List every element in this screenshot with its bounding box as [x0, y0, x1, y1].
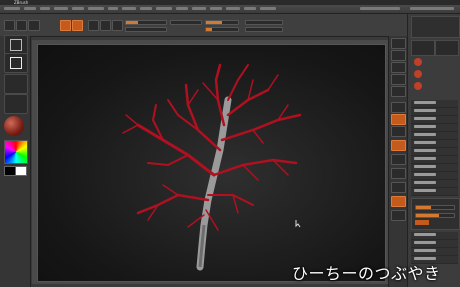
mrgb-slider[interactable]: [170, 20, 202, 25]
subpalette-panel: [411, 198, 460, 230]
overlay-caption: ひーちーのつぶやき: [292, 264, 441, 283]
rotate-mode-button[interactable]: [112, 20, 123, 31]
left-shelf: [0, 35, 31, 287]
tray-menu-item[interactable]: [411, 164, 458, 172]
menu-item[interactable]: [156, 7, 172, 10]
focal-shift-slider[interactable]: [205, 20, 239, 25]
stroke-icon: [10, 57, 22, 69]
tray-menu-item[interactable]: [411, 148, 458, 156]
right-tray: [407, 14, 460, 287]
menu-item[interactable]: [122, 7, 136, 10]
tray-menu-item[interactable]: [411, 100, 458, 108]
subtool-icon[interactable]: [414, 82, 422, 90]
scale-view-button[interactable]: [391, 168, 406, 179]
tray-menu-item[interactable]: [411, 156, 458, 164]
subtool-icon[interactable]: [414, 58, 422, 66]
menu-item[interactable]: [4, 7, 20, 10]
tray-menu-item[interactable]: [411, 124, 458, 132]
persp-button[interactable]: [391, 102, 406, 113]
rotate-view-button[interactable]: [391, 182, 406, 193]
toolbar-button[interactable]: [4, 20, 15, 31]
rgb-intensity-slider[interactable]: [125, 20, 167, 25]
zoom-button[interactable]: [391, 62, 406, 73]
color-picker[interactable]: [4, 140, 28, 164]
menu-item[interactable]: [360, 7, 400, 10]
menu-item[interactable]: [410, 7, 454, 10]
brush-slot[interactable]: [4, 35, 28, 55]
tool-thumb[interactable]: [411, 40, 435, 56]
menu-item[interactable]: [108, 7, 118, 10]
tray-menu-item[interactable]: [411, 232, 458, 240]
active-points-readout: [245, 20, 283, 25]
brush-icon: [10, 39, 22, 51]
transp-button[interactable]: [391, 210, 406, 221]
subtool-icon[interactable]: [414, 70, 422, 78]
tray-menu-item[interactable]: [411, 172, 458, 180]
tree-branches: [122, 63, 302, 231]
tray-menu-item[interactable]: [411, 240, 458, 248]
top-toolbar: [0, 14, 460, 37]
scale-mode-button[interactable]: [100, 20, 111, 31]
floor-button[interactable]: [391, 114, 406, 125]
tool-thumb[interactable]: [435, 40, 459, 56]
menu-item[interactable]: [140, 7, 152, 10]
palette-slider[interactable]: [415, 205, 455, 210]
actual-button[interactable]: [391, 74, 406, 85]
tray-menu-item[interactable]: [411, 140, 458, 148]
tool-preview[interactable]: [411, 16, 460, 38]
menu-item[interactable]: [226, 7, 240, 10]
alpha-slot[interactable]: [4, 74, 28, 94]
stroke-slot[interactable]: [4, 53, 28, 73]
cursor-icon: [295, 220, 301, 228]
aahalf-button[interactable]: [391, 86, 406, 97]
palette-slider[interactable]: [415, 213, 455, 218]
menu-item[interactable]: [40, 7, 50, 10]
color-swatch-secondary[interactable]: [15, 166, 27, 176]
toolbar-button[interactable]: [16, 20, 27, 31]
tray-menu-item[interactable]: [411, 180, 458, 188]
draw-mode-button[interactable]: [72, 20, 83, 31]
edit-mode-button[interactable]: [60, 20, 71, 31]
total-points-readout: [245, 27, 283, 32]
bpr-button[interactable]: [391, 38, 406, 49]
menu-item[interactable]: [88, 7, 104, 10]
tray-menu-item[interactable]: [411, 116, 458, 124]
canvas-viewport[interactable]: [37, 44, 386, 282]
local-button[interactable]: [391, 126, 406, 137]
menu-item[interactable]: [24, 7, 36, 10]
z-intensity-slider[interactable]: [125, 27, 167, 32]
app-menubar: [0, 5, 460, 14]
menu-item[interactable]: [176, 7, 188, 10]
tray-menu-item[interactable]: [411, 248, 458, 256]
tree-mesh: [122, 63, 302, 271]
menu-item[interactable]: [210, 7, 222, 10]
menu-item[interactable]: [192, 7, 206, 10]
menu-item[interactable]: [72, 7, 84, 10]
right-shelf: [388, 36, 407, 287]
scroll-button[interactable]: [391, 50, 406, 61]
material-sphere-icon[interactable]: [4, 116, 24, 136]
polyf-button[interactable]: [391, 196, 406, 207]
tray-menu-item[interactable]: [411, 108, 458, 116]
toolbar-button[interactable]: [28, 20, 40, 31]
draw-size-slider[interactable]: [205, 27, 239, 32]
menu-item[interactable]: [244, 7, 256, 10]
menu-item[interactable]: [54, 7, 68, 10]
frame-button[interactable]: [391, 140, 406, 151]
palette-button[interactable]: [415, 220, 429, 225]
menu-item[interactable]: [260, 7, 276, 10]
move-view-button[interactable]: [391, 154, 406, 165]
tray-menu-item[interactable]: [411, 188, 458, 196]
tray-menu-item[interactable]: [411, 132, 458, 140]
move-mode-button[interactable]: [88, 20, 99, 31]
texture-slot[interactable]: [4, 94, 28, 114]
